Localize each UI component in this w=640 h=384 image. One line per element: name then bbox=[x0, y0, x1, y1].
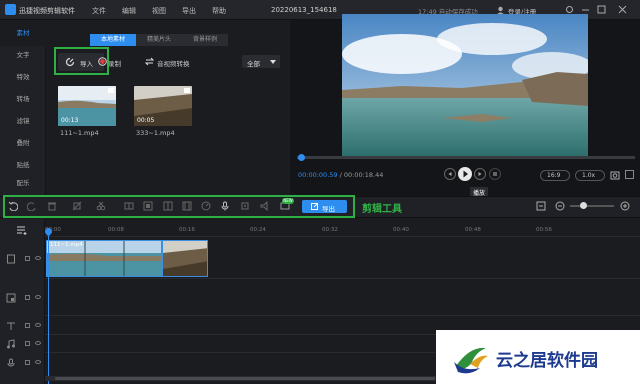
menu-view[interactable]: 视图 bbox=[152, 6, 166, 16]
ruler-tick: 00:24 bbox=[250, 227, 266, 233]
toolbar-highlight-frame bbox=[3, 195, 355, 218]
record-icon[interactable] bbox=[98, 57, 107, 66]
chevron-down-icon bbox=[270, 60, 276, 64]
watermark: 云之居软件园 bbox=[436, 330, 640, 384]
sidebar-item-music[interactable]: 配乐 bbox=[0, 174, 46, 194]
fullscreen-icon[interactable] bbox=[625, 170, 634, 179]
app-logo-icon bbox=[5, 4, 16, 15]
stop-icon bbox=[493, 172, 497, 176]
timeline-clip[interactable] bbox=[162, 240, 208, 277]
eye-icon[interactable] bbox=[35, 256, 41, 260]
tab-intros[interactable]: 精美片头 bbox=[136, 34, 182, 46]
eye-icon[interactable] bbox=[35, 323, 41, 327]
watermark-logo bbox=[454, 347, 488, 374]
lock-icon[interactable] bbox=[25, 323, 30, 328]
speed-value: 1.0x bbox=[582, 172, 596, 179]
zoom-out-icon[interactable] bbox=[555, 201, 565, 211]
tab-backgrounds[interactable]: 背景样例 bbox=[182, 34, 228, 46]
media-name: 333~1.mp4 bbox=[136, 129, 175, 137]
menu-file[interactable]: 文件 bbox=[92, 6, 106, 16]
project-title: 20220613_154618 bbox=[271, 6, 337, 14]
next-button[interactable] bbox=[474, 168, 486, 180]
video-badge-icon bbox=[184, 88, 190, 93]
zoom-slider[interactable] bbox=[570, 205, 614, 207]
media-filter-value: 全部 bbox=[247, 60, 260, 68]
clip-label: 111~1.mp4 bbox=[50, 242, 83, 248]
ruler-tick: 00:16 bbox=[179, 227, 195, 233]
watermark-text: 云之居软件园 bbox=[496, 351, 598, 371]
ruler-tick: 00:32 bbox=[322, 227, 338, 233]
media-duration: 00:13 bbox=[61, 117, 79, 124]
menu-help[interactable]: 帮助 bbox=[212, 6, 226, 16]
music-track-icon bbox=[7, 339, 15, 349]
maximize-icon[interactable] bbox=[596, 4, 607, 15]
record-button[interactable]: 录制 bbox=[108, 58, 121, 68]
track-divider bbox=[45, 315, 640, 316]
ruler-tick: 00:56 bbox=[536, 227, 552, 233]
seekbar-handle[interactable] bbox=[298, 154, 305, 161]
ruler-tick: 00:40 bbox=[393, 227, 409, 233]
lock-icon[interactable] bbox=[25, 256, 30, 261]
ruler-tick: 00:48 bbox=[465, 227, 481, 233]
text-track-icon bbox=[7, 322, 15, 330]
previous-icon bbox=[448, 172, 452, 176]
time-total: / 00:00:18.44 bbox=[339, 171, 384, 179]
track-menu-icon[interactable] bbox=[16, 225, 28, 235]
media-item[interactable]: 00:05 bbox=[134, 86, 192, 126]
tab-local-media[interactable]: 本地素材 bbox=[90, 34, 136, 46]
eye-icon[interactable] bbox=[35, 360, 41, 364]
voiceover-track-icon bbox=[7, 358, 15, 367]
menu-edit[interactable]: 编辑 bbox=[122, 6, 136, 16]
lock-icon[interactable] bbox=[25, 341, 30, 346]
clip-thumbnails bbox=[163, 241, 207, 276]
eye-icon[interactable] bbox=[35, 341, 41, 345]
playhead[interactable] bbox=[48, 229, 49, 384]
toolbar-caption: 剪辑工具 bbox=[362, 204, 402, 215]
video-track-icon bbox=[7, 254, 15, 264]
video-badge-icon bbox=[108, 88, 114, 93]
convert-button[interactable]: 音视频转换 bbox=[157, 58, 190, 68]
preview-seekbar[interactable] bbox=[297, 156, 635, 159]
convert-icon[interactable] bbox=[145, 57, 154, 66]
media-item[interactable]: 00:13 bbox=[58, 86, 116, 126]
zoom-slider-handle[interactable] bbox=[580, 202, 587, 209]
timeline-clip[interactable]: 111~1.mp4 bbox=[46, 240, 162, 277]
time-current: 00:00:00.59 / 00:00:18.44 bbox=[298, 171, 383, 179]
snapshot-icon[interactable] bbox=[610, 170, 620, 180]
app-name: 迅捷视频剪辑软件 bbox=[19, 7, 75, 15]
play-button[interactable] bbox=[458, 167, 472, 181]
close-icon[interactable] bbox=[617, 4, 628, 15]
scrollbar-thumb[interactable] bbox=[55, 377, 435, 380]
pip-track-icon bbox=[6, 293, 16, 303]
lock-icon[interactable] bbox=[25, 295, 30, 300]
track-divider bbox=[45, 278, 640, 279]
zoom-in-icon[interactable] bbox=[620, 201, 630, 211]
ruler-tick: 00:08 bbox=[108, 227, 124, 233]
play-icon bbox=[463, 170, 468, 178]
media-name: 111~1.mp4 bbox=[60, 129, 99, 137]
prev-button[interactable] bbox=[444, 168, 456, 180]
next-icon bbox=[478, 172, 482, 176]
speed-select[interactable]: 1.0x bbox=[575, 170, 605, 181]
lock-icon[interactable] bbox=[25, 360, 30, 365]
eye-icon[interactable] bbox=[35, 295, 41, 299]
aspect-value: 16:9 bbox=[547, 172, 561, 179]
video-preview bbox=[342, 14, 588, 156]
media-filter-select[interactable]: 全部 bbox=[242, 55, 280, 68]
aspect-select[interactable]: 16:9 bbox=[540, 170, 570, 181]
menu-export[interactable]: 导出 bbox=[182, 6, 196, 16]
media-duration: 00:05 bbox=[137, 117, 155, 124]
time-current-value: 00:00:00.59 bbox=[298, 171, 338, 179]
stop-button[interactable] bbox=[489, 168, 501, 180]
fit-icon[interactable] bbox=[536, 201, 546, 211]
